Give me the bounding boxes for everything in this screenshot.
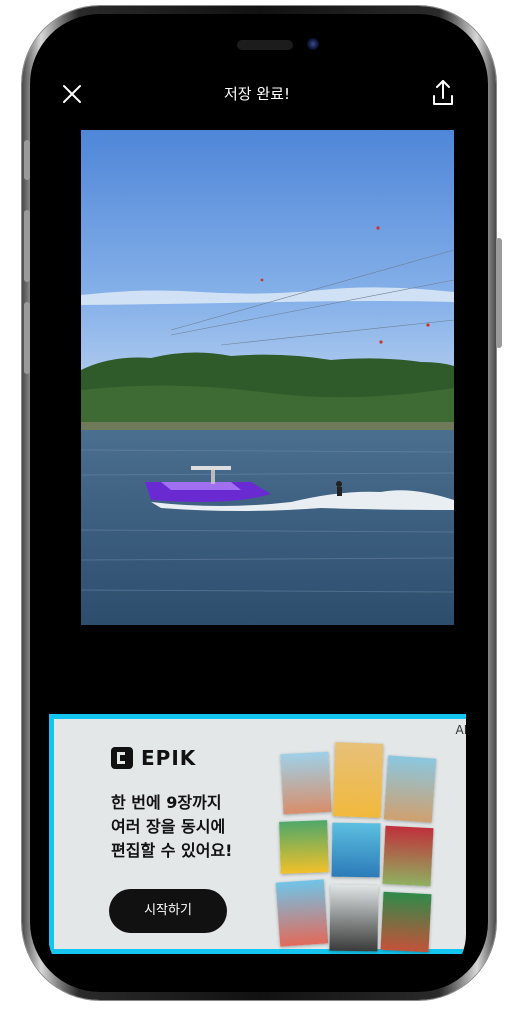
side-button-mute xyxy=(24,140,30,180)
speaker-grille xyxy=(237,40,293,50)
ad-tag: AD xyxy=(455,723,466,737)
collage-tile xyxy=(383,755,437,823)
collage-tile xyxy=(280,751,332,815)
share-icon xyxy=(433,80,453,105)
ad-copy-line: 한 번에 9장까지 xyxy=(111,793,222,812)
share-button[interactable] xyxy=(426,76,460,110)
ad-copy-line: 여러 장을 동시에 xyxy=(111,817,226,836)
ad-copy: 한 번에 9장까지 여러 장을 동시에 편집할 수 있어요! xyxy=(111,791,291,863)
page-title: 저장 완료! xyxy=(224,85,290,103)
collage-tile xyxy=(329,884,379,952)
side-button-volume-up xyxy=(24,210,30,282)
collage-tile xyxy=(275,879,329,947)
epik-logo-icon xyxy=(111,747,133,769)
collage-tile xyxy=(332,742,384,818)
collage-tile xyxy=(382,825,434,887)
ad-cta-button[interactable]: 시작하기 xyxy=(109,889,227,933)
side-button-volume-down xyxy=(24,302,30,374)
collage-tile xyxy=(331,822,381,878)
ad-brand: EPIK xyxy=(141,746,197,770)
ad-banner[interactable]: AD EPIK 한 번에 9장까지 여러 장을 동시에 편집할 수 있어요! 시… xyxy=(49,714,466,954)
saved-photo xyxy=(81,130,454,625)
top-bar: 저장 완료! xyxy=(48,74,466,114)
photo-image xyxy=(81,130,454,625)
side-button-power xyxy=(496,238,502,348)
ad-collage-image xyxy=(275,742,446,955)
phone-screen: 저장 완료! A EPIK 한 번에 9장까지 여러 장을 동시에 편집할 수 … xyxy=(48,24,466,986)
collage-tile xyxy=(380,891,432,953)
ad-copy-line: 편집할 수 있어요! xyxy=(111,841,233,860)
collage-tile xyxy=(279,820,329,874)
front-camera xyxy=(307,38,319,50)
